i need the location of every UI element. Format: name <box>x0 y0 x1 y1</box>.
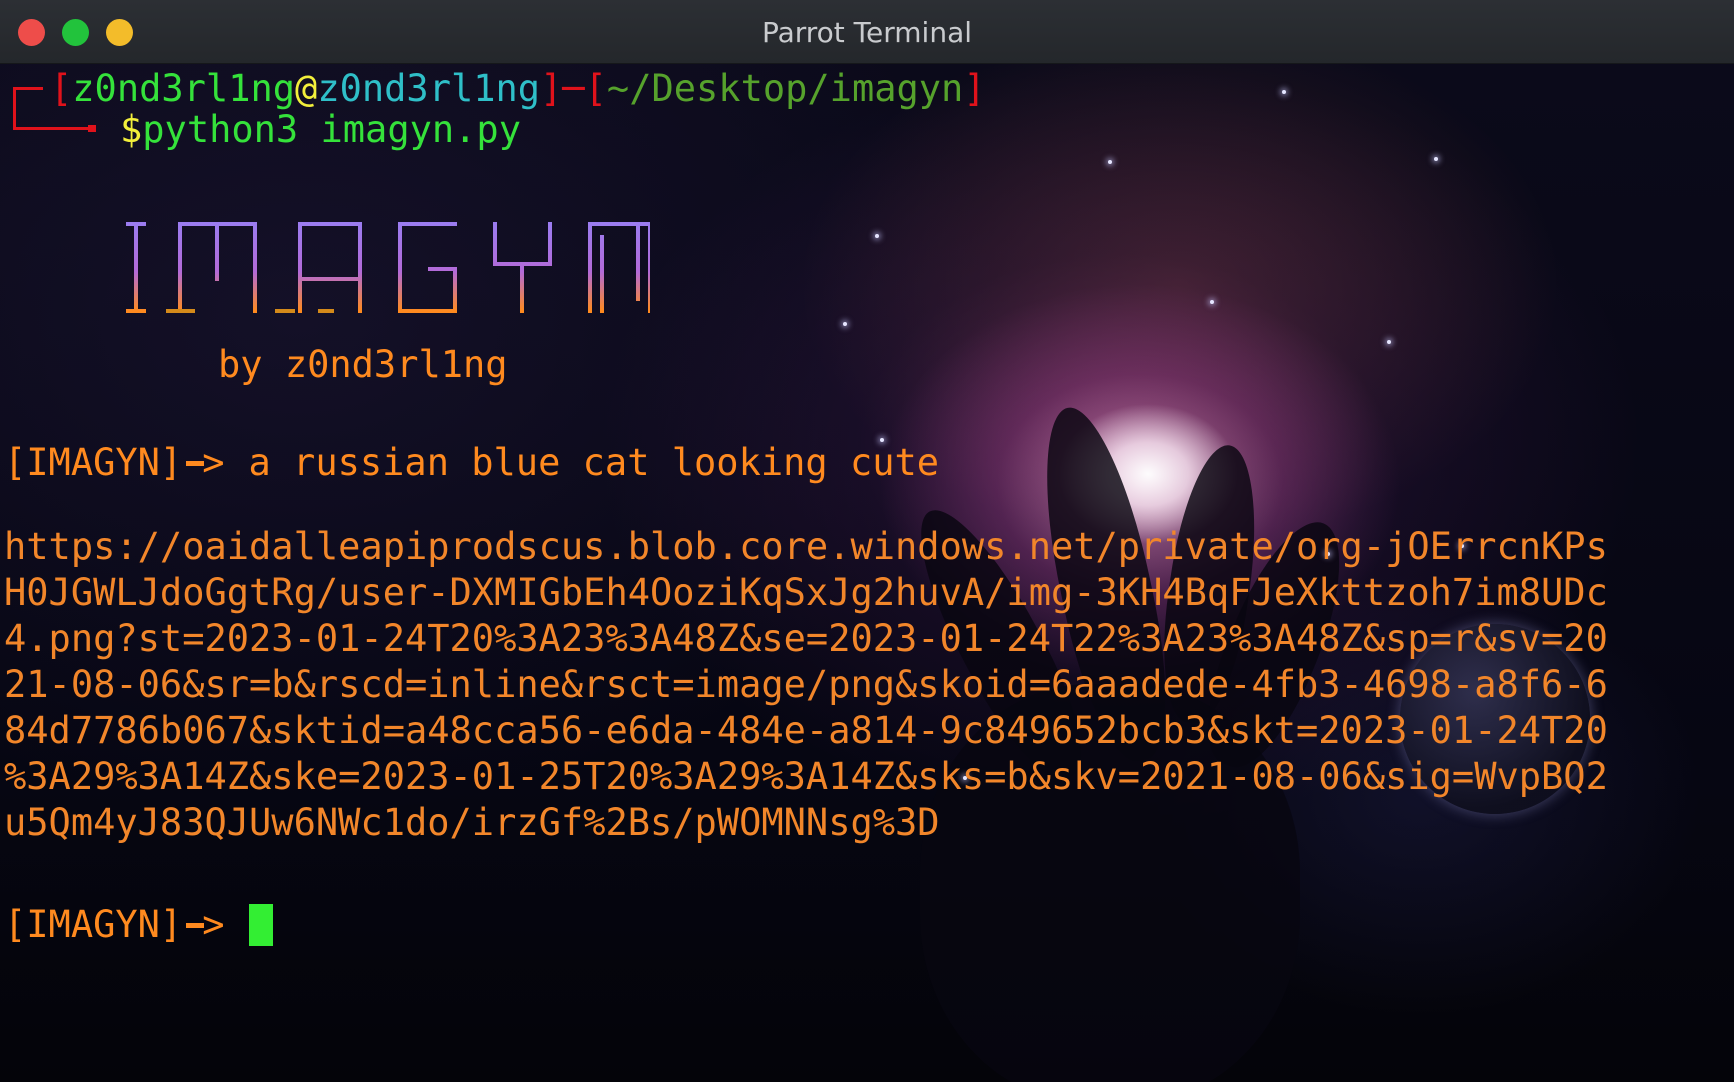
arrow-right-icon <box>182 442 226 483</box>
prompt-corner-dot <box>88 125 96 132</box>
background-star <box>1282 90 1286 94</box>
output-line: u5Qm4yJ83QJUw6NWc1do/irzGf%2Bs/pWOMNNsg%… <box>4 801 940 844</box>
background-star <box>1210 300 1214 304</box>
background-star <box>1387 340 1391 344</box>
prompt-dollar: $ <box>120 108 143 151</box>
prompt-bracket: ] <box>963 67 986 110</box>
shell-command-line: $python3 imagyn.py <box>120 109 521 150</box>
arrow-right-icon <box>182 904 226 945</box>
prompt-corner-line <box>13 87 43 130</box>
terminal-area[interactable]: [z0nd3rl1ng@z0nd3rl1ng]─[~/Desktop/imagy… <box>0 64 1734 1082</box>
prompt-corner-tail <box>43 127 93 130</box>
output-line: %3A29%3A14Z&ske=2023-01-25T20%3A29%3A14Z… <box>4 755 1608 798</box>
shell-prompt-line: [z0nd3rl1ng@z0nd3rl1ng]─[~/Desktop/imagy… <box>50 68 986 109</box>
output-line: https://oaidalleapiprodscus.blob.core.wi… <box>4 525 1608 568</box>
output-line: 84d7786b067&sktid=a48cca56-e6da-484e-a81… <box>4 709 1608 752</box>
text-cursor <box>248 904 273 946</box>
window-title: Parrot Terminal <box>761 16 973 49</box>
title-bar[interactable]: Parrot Terminal <box>0 0 1734 64</box>
background-star <box>1434 157 1438 161</box>
imagyn-logo <box>126 222 650 313</box>
background-star <box>875 234 879 238</box>
prompt-bracket: [ <box>50 67 73 110</box>
prompt-host: z0nd3rl1ng <box>317 67 541 110</box>
output-line: H0JGWLJdoGgtRg/user-DXMIGbEh4OoziKqSxJg2… <box>4 571 1608 614</box>
background-star <box>843 322 847 326</box>
terminal-window: Parrot Terminal [z0nd3rl1ng@z0nd3rl1ng]─… <box>0 0 1734 1082</box>
prompt-user: z0nd3rl1ng <box>72 67 296 110</box>
prompt-at: @ <box>295 67 318 110</box>
banner-byline: by z0nd3rl1ng <box>218 343 508 386</box>
output-line: 4.png?st=2023-01-24T20%3A23%3A48Z&se=202… <box>4 617 1608 660</box>
imagyn-prompt-label: [IMAGYN] <box>4 903 183 946</box>
imagyn-prompt-label: [IMAGYN] <box>4 441 183 484</box>
prompt-path: ~/Desktop/imagyn <box>606 67 964 110</box>
output-line: 21-08-06&sr=b&rscd=inline&rsct=image/png… <box>4 663 1608 706</box>
background-star <box>1108 160 1112 164</box>
imagyn-user-input: a russian blue cat looking cute <box>248 441 940 484</box>
prompt-bracket: ]─[ <box>540 67 607 110</box>
imagyn-prompt-line: [IMAGYN] a russian blue cat looking cute <box>4 442 939 483</box>
imagyn-prompt-line[interactable]: [IMAGYN] <box>4 903 273 946</box>
shell-command: python3 imagyn.py <box>142 108 521 151</box>
